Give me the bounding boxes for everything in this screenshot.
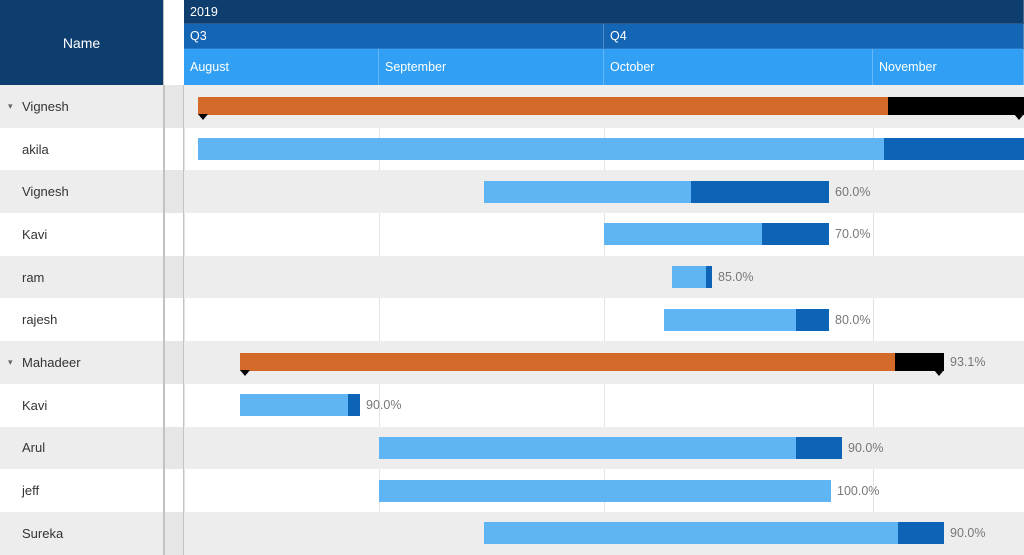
progress-fill	[664, 309, 796, 331]
remaining-fill	[691, 181, 829, 203]
task-name-cell[interactable]: rajesh	[0, 298, 163, 341]
timescale-month: October	[604, 49, 873, 85]
timescale-quarter: Q3	[184, 24, 604, 48]
task-bar[interactable]	[379, 480, 831, 502]
progress-label: 85.0%	[718, 270, 753, 284]
task-name-cell[interactable]: Sureka	[0, 512, 163, 555]
remaining-fill	[895, 353, 944, 371]
progress-label: 70.0%	[835, 227, 870, 241]
task-name-cell[interactable]: jeff	[0, 469, 163, 512]
progress-label: 60.0%	[835, 185, 870, 199]
task-bar[interactable]	[198, 138, 1024, 160]
chart-row: 80.0%	[184, 298, 1024, 341]
progress-fill	[240, 394, 348, 416]
summary-bar[interactable]	[198, 97, 1024, 115]
remaining-fill	[898, 522, 944, 544]
task-name-label: Sureka	[22, 526, 63, 541]
chart-row: 85.0%	[184, 256, 1024, 299]
chart-row	[184, 85, 1024, 128]
remaining-fill	[762, 223, 830, 245]
chart-row: 70.0%	[184, 213, 1024, 256]
task-bar[interactable]	[672, 266, 712, 288]
task-name-cell[interactable]: akila	[0, 128, 163, 171]
collapse-icon[interactable]: ▾	[8, 357, 18, 368]
chart-row: 93.1%	[184, 341, 1024, 384]
progress-label: 90.0%	[950, 526, 985, 540]
task-bar[interactable]	[604, 223, 829, 245]
chart-row: 60.0%	[184, 170, 1024, 213]
task-name-label: Vignesh	[22, 184, 69, 199]
task-bar[interactable]	[484, 522, 944, 544]
task-name-cell[interactable]: ▾ Vignesh	[0, 85, 163, 128]
task-name-cell[interactable]: Arul	[0, 427, 163, 470]
progress-label: 80.0%	[835, 313, 870, 327]
progress-fill	[379, 437, 796, 459]
task-bar[interactable]	[240, 394, 360, 416]
task-name-label: Kavi	[22, 398, 47, 413]
progress-fill	[379, 480, 831, 502]
chart-column: 2019 Q3Q4 AugustSeptemberOctoberNovember…	[184, 0, 1024, 555]
task-name-label: Mahadeer	[22, 355, 81, 370]
chart-row	[184, 128, 1024, 171]
timescale: 2019 Q3Q4 AugustSeptemberOctoberNovember	[184, 0, 1024, 85]
task-name-label: Kavi	[22, 227, 47, 242]
progress-label: 90.0%	[366, 398, 401, 412]
remaining-fill	[796, 437, 842, 459]
remaining-fill	[796, 309, 829, 331]
chart-row: 90.0%	[184, 384, 1024, 427]
timescale-quarter: Q4	[604, 24, 1024, 48]
timescale-year: 2019	[184, 0, 1024, 23]
splitter-gap[interactable]	[164, 0, 184, 555]
chart-row: 100.0%	[184, 469, 1024, 512]
progress-fill	[604, 223, 762, 245]
task-bar[interactable]	[379, 437, 842, 459]
name-rows: ▾ Vignesh akila Vignesh Kavi ram rajesh ▾ Mahade…	[0, 85, 163, 555]
task-name-cell[interactable]: Kavi	[0, 384, 163, 427]
task-name-cell[interactable]: Vignesh	[0, 170, 163, 213]
task-name-label: jeff	[22, 483, 39, 498]
name-column: Name ▾ Vignesh akila Vignesh Kavi ram rajesh ▾ M…	[0, 0, 164, 555]
task-bar[interactable]	[664, 309, 829, 331]
progress-fill	[198, 138, 884, 160]
progress-fill	[198, 97, 888, 115]
progress-fill	[672, 266, 706, 288]
remaining-fill	[884, 138, 1024, 160]
summary-bar[interactable]	[240, 353, 944, 371]
task-name-label: rajesh	[22, 312, 57, 327]
remaining-fill	[706, 266, 712, 288]
progress-fill	[484, 181, 691, 203]
task-name-label: Vignesh	[22, 99, 69, 114]
chart-row: 90.0%	[184, 512, 1024, 555]
task-name-cell[interactable]: ram	[0, 256, 163, 299]
name-column-header: Name	[0, 0, 163, 85]
name-column-header-label: Name	[63, 35, 100, 51]
remaining-fill	[348, 394, 360, 416]
progress-label: 93.1%	[950, 355, 985, 369]
collapse-icon[interactable]: ▾	[8, 101, 18, 112]
task-name-label: akila	[22, 142, 49, 157]
timescale-month: November	[873, 49, 1024, 85]
timescale-month: August	[184, 49, 379, 85]
timescale-month: September	[379, 49, 604, 85]
progress-fill	[240, 353, 895, 371]
task-name-label: ram	[22, 270, 44, 285]
task-name-cell[interactable]: ▾ Mahadeer	[0, 341, 163, 384]
task-bar[interactable]	[484, 181, 829, 203]
progress-fill	[484, 522, 898, 544]
progress-label: 90.0%	[848, 441, 883, 455]
task-name-cell[interactable]: Kavi	[0, 213, 163, 256]
remaining-fill	[888, 97, 1024, 115]
chart-row: 90.0%	[184, 427, 1024, 470]
task-name-label: Arul	[22, 440, 45, 455]
gantt-chart: Name ▾ Vignesh akila Vignesh Kavi ram rajesh ▾ M…	[0, 0, 1024, 555]
chart-body[interactable]: 60.0% 70.0% 85.0% 80.0% 93.1% 90.0% 90.0% 100.0…	[184, 85, 1024, 555]
progress-label: 100.0%	[837, 484, 879, 498]
